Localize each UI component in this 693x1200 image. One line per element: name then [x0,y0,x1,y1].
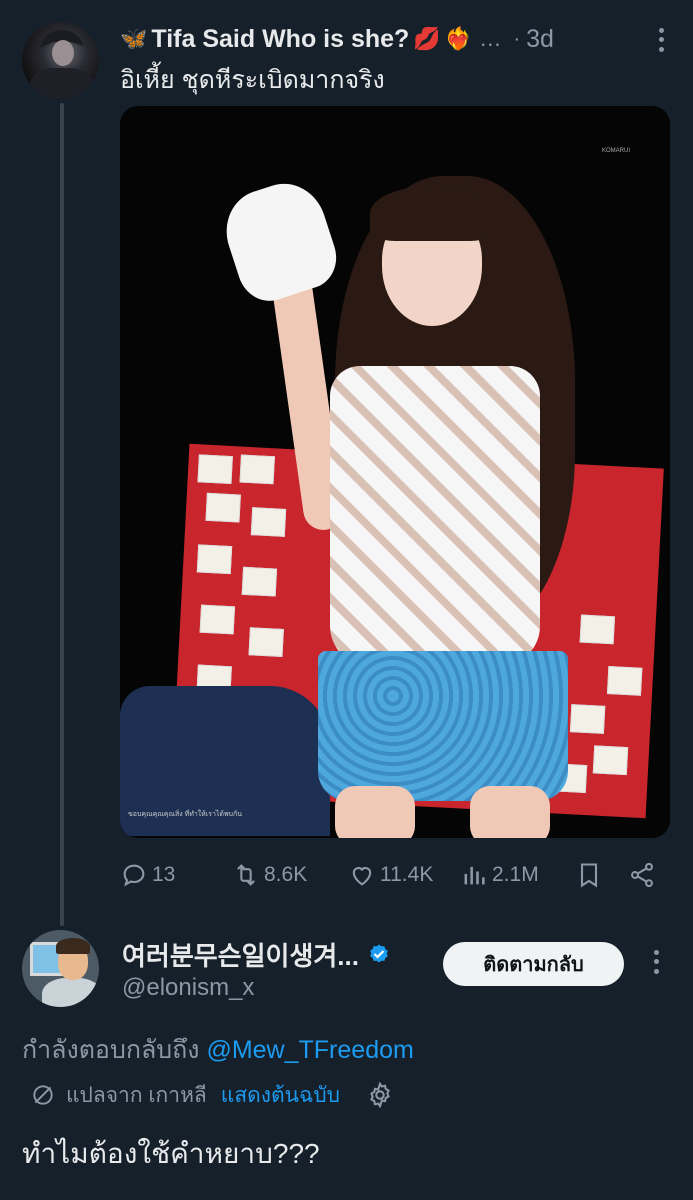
repost-count: 8.6K [264,863,308,886]
thread-connector-line [60,103,64,926]
views-count: 2.1M [492,863,539,886]
person-leg-left [335,786,415,838]
tweet-actions-bar: 13 8.6K 11.4K 2.1M [120,858,660,892]
person-top [330,366,540,666]
replying-to-line: กำลังตอบกลับถึง @Mew_TFreedom [22,1030,414,1070]
reply-button[interactable]: 13 [120,861,175,889]
person-bangs [370,186,495,241]
separator-dot: · [513,27,521,50]
share-button[interactable] [628,861,656,889]
like-count: 11.4K [380,863,434,886]
replying-prefix: กำลังตอบกลับถึง [22,1036,200,1064]
views-icon [464,866,485,885]
like-icon [352,867,372,886]
reply-count: 13 [152,863,176,886]
settings-gear-icon[interactable] [366,1081,394,1109]
avatar[interactable] [22,22,99,99]
reply-author-name-text: 여러분무슨일이생겨... [122,941,359,971]
person-glove [215,173,345,309]
tweet-header: 🦋 Tifa Said Who is she? 💋 ❤‍🔥 ... · 3d [120,22,673,56]
follow-back-button[interactable]: ติดตามกลับ [443,942,624,986]
share-icon [631,862,653,888]
name-overflow-ellipsis: ... [480,26,502,51]
bookmark-button[interactable] [575,861,603,889]
author-name[interactable]: 🦋 Tifa Said Who is she? 💋 ❤‍🔥 [120,25,472,54]
person-leg-right [470,786,550,838]
reply-author-name[interactable]: 여러분무슨일이생겨... [122,936,391,973]
like-button[interactable]: 11.4K [348,861,433,889]
repost-icon [237,864,255,886]
verified-badge-icon [370,944,388,962]
author-name-text: Tifa Said Who is she? [151,24,410,53]
media-watermark: KOMARUI [601,148,630,154]
reply-icon [123,864,145,887]
bookmark-icon [580,863,598,888]
replying-to-mention[interactable]: @Mew_TFreedom [206,1036,413,1064]
translated-from-label: แปลจาก เกาหลี [66,1083,207,1107]
translation-row: แปลจาก เกาหลี แสดงต้นฉบับ [30,1078,394,1112]
repost-button[interactable]: 8.6K [232,861,307,889]
media-caption: ขอบคุณคุณคุณสิ่ง ที่ทำให้เราได้พบกัน [128,811,243,818]
show-original-link[interactable]: แสดงต้นฉบับ [221,1079,340,1112]
tweet-text: อิเหี้ย ชุดหีระเบิดมากจริง [120,66,385,94]
views-button[interactable]: 2.1M [460,861,539,889]
person-shorts [318,651,568,801]
reply-text: ทำไมต้องใช้คำหยาบ??? [22,1138,320,1169]
translate-icon [33,1085,53,1105]
more-icon[interactable] [649,26,673,54]
timestamp[interactable]: 3d [526,25,554,54]
lips-emoji: 💋 [413,26,441,51]
reply-more-icon[interactable] [644,948,668,976]
reply-handle[interactable]: @elonism_x [122,974,254,1002]
reply-avatar[interactable] [22,930,99,1007]
heart-on-fire-emoji: ❤‍🔥 [444,26,473,51]
butterfly-emoji: 🦋 [120,26,148,51]
tweet-media-image[interactable]: KOMARUI ขอบคุณคุณคุณสิ่ง ที่ทำให้เราได้พ… [120,106,670,838]
